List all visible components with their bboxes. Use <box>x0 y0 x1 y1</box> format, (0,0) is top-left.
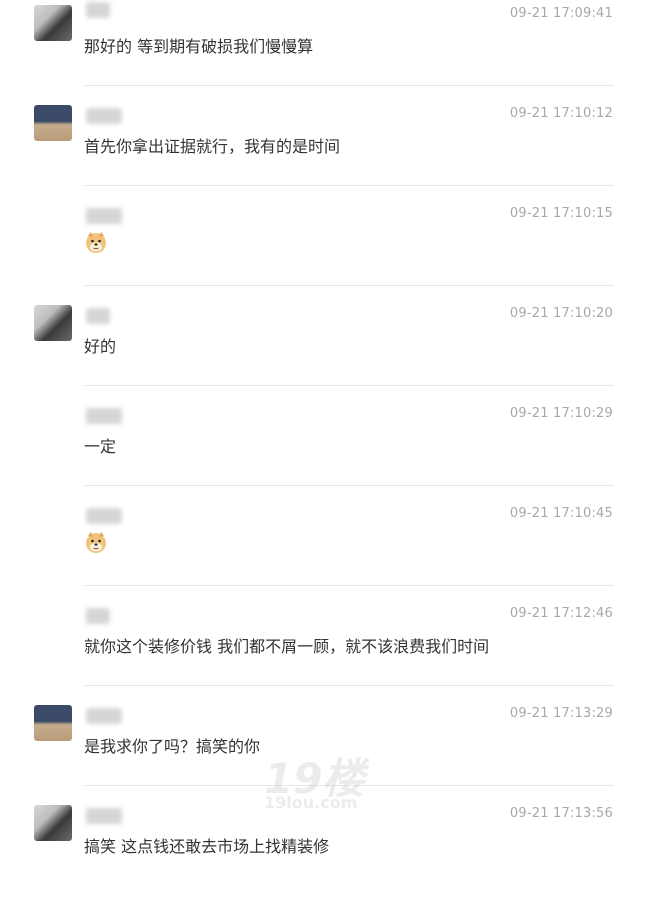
message-text: 那好的 等到期有破损我们慢慢算 <box>84 37 314 56</box>
message-timestamp: 09-21 17:13:56 <box>509 806 613 821</box>
message-text: 是我求你了吗？搞笑的你 <box>84 737 261 756</box>
doge-face-icon <box>86 532 106 553</box>
message-text: 一定 <box>84 437 117 456</box>
username-blurred[interactable] <box>86 508 122 524</box>
username-blurred[interactable] <box>86 808 122 824</box>
message-item: 09-21 17:13:29 是我求你了吗？搞笑的你 <box>0 700 655 800</box>
username-blurred[interactable] <box>86 708 122 724</box>
avatar[interactable] <box>34 105 72 141</box>
message-item: 09-21 17:13:56 搞笑 这点钱还敢去市场上找精装修 <box>0 800 655 900</box>
username-blurred[interactable] <box>86 108 122 124</box>
message-timestamp: 09-21 17:10:12 <box>509 106 613 121</box>
message-timestamp: 09-21 17:10:15 <box>509 206 613 221</box>
avatar[interactable] <box>34 5 72 41</box>
message-item: 09-21 17:10:29 一定 <box>0 400 655 500</box>
message-item: 09-21 17:10:12 首先你拿出证据就行，我有的是时间 <box>0 100 655 200</box>
divider <box>84 285 614 286</box>
divider <box>84 85 614 86</box>
message-timestamp: 09-21 17:12:46 <box>509 606 613 621</box>
username-blurred[interactable] <box>86 208 122 224</box>
message-text: 首先你拿出证据就行，我有的是时间 <box>84 137 341 156</box>
avatar[interactable] <box>34 805 72 841</box>
message-item: 09-21 17:10:15 <box>0 200 655 300</box>
avatar[interactable] <box>34 705 72 741</box>
divider <box>84 485 614 486</box>
username-blurred[interactable] <box>86 408 122 424</box>
message-text: 搞笑 这点钱还敢去市场上找精装修 <box>84 837 330 856</box>
doge-face-icon <box>86 232 106 253</box>
message-text: 好的 <box>84 337 117 356</box>
message-timestamp: 09-21 17:13:29 <box>509 706 613 721</box>
divider <box>84 685 614 686</box>
divider <box>84 385 614 386</box>
username-blurred[interactable] <box>86 608 110 624</box>
username-blurred[interactable] <box>86 308 110 324</box>
message-text: 就你这个装修价钱 我们都不屑一顾，就不该浪费我们时间 <box>84 637 490 656</box>
message-timestamp: 09-21 17:10:29 <box>509 406 613 421</box>
divider <box>84 185 614 186</box>
message-timestamp: 09-21 17:10:45 <box>509 506 613 521</box>
divider <box>84 785 614 786</box>
message-timestamp: 09-21 17:10:20 <box>509 306 613 321</box>
message-item: 09-21 17:10:20 好的 <box>0 300 655 400</box>
message-item: 09-21 17:09:41 那好的 等到期有破损我们慢慢算 <box>0 0 655 100</box>
message-item: 09-21 17:12:46 就你这个装修价钱 我们都不屑一顾，就不该浪费我们时间 <box>0 600 655 700</box>
message-timestamp: 09-21 17:09:41 <box>509 6 613 21</box>
username-blurred[interactable] <box>86 2 110 18</box>
avatar[interactable] <box>34 305 72 341</box>
divider <box>84 585 614 586</box>
message-item: 09-21 17:10:45 <box>0 500 655 600</box>
